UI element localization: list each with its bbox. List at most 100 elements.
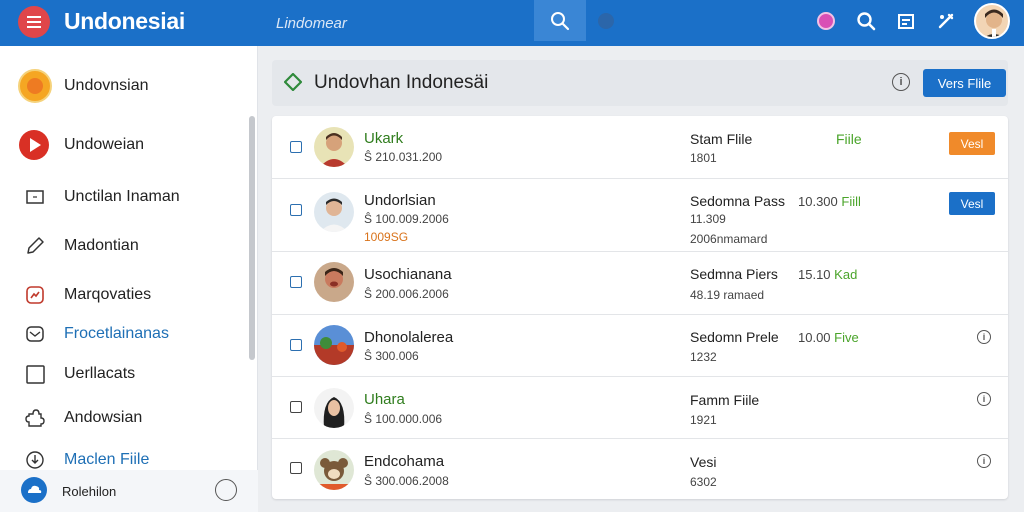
search-icon: [551, 11, 570, 30]
sidebar-footer[interactable]: Rolehilon: [0, 470, 258, 512]
more-icon[interactable]: [215, 479, 237, 501]
row-file-label: Fiile: [836, 131, 862, 147]
sidebar-item-undoweian[interactable]: Undoweian: [0, 127, 248, 163]
calendar-icon: [898, 14, 914, 29]
row-sub: Ŝ 100.009.2006: [364, 212, 449, 226]
row-type: Sedmna Piers: [690, 266, 778, 282]
row-size-secondary: 2006nmamard: [690, 232, 768, 246]
row-sub: Ŝ 210.031.200: [364, 150, 443, 164]
tools-button[interactable]: [934, 9, 958, 33]
row-avatar: [314, 262, 354, 302]
primary-action-button[interactable]: Vers Flile: [923, 69, 1006, 97]
row-name: Undorlsian: [364, 192, 436, 209]
status-dot: [598, 13, 614, 29]
row-size: 1232: [690, 350, 717, 364]
row-name: Uhara: [364, 391, 405, 408]
table-row[interactable]: Usochianana Ŝ 200.006.2006 Sedmna Piers …: [272, 252, 1008, 315]
chart-icon: [20, 280, 50, 310]
row-meta: 15.10 Kad: [798, 267, 857, 282]
app-title: Undonesiai: [64, 8, 185, 34]
search-button[interactable]: [534, 0, 586, 41]
sidebar-item-unctilan[interactable]: Unctilan Inaman: [0, 179, 248, 215]
sidebar-footer-label: Rolehilon: [62, 484, 117, 499]
row-checkbox[interactable]: [290, 141, 302, 153]
row-sub: Ŝ 200.006.2006: [364, 287, 449, 301]
sidebar-item-undovnsian[interactable]: Undovnsian: [0, 68, 248, 104]
file-table: Ukark Ŝ 210.031.200 Stam Flile 1801 Fiil…: [272, 116, 1008, 499]
row-checkbox[interactable]: [290, 462, 302, 474]
sidebar-item-label: Undovnsian: [64, 77, 149, 94]
sidebar: Undovnsian Undoweian Unctilan Inaman Mad…: [0, 46, 258, 512]
row-name: Endcohama: [364, 453, 445, 470]
puzzle-icon: [20, 403, 50, 433]
row-action-button[interactable]: Vesl: [949, 192, 995, 215]
row-sub: Ŝ 300.006.2008: [364, 474, 449, 488]
row-type: Sedomna Pass: [690, 193, 785, 209]
row-meta: 10.300 Fiill: [798, 194, 861, 209]
info-icon[interactable]: i: [977, 330, 991, 344]
user-avatar[interactable]: [974, 3, 1010, 39]
row-meta-status: Five: [834, 330, 859, 345]
info-icon[interactable]: i: [977, 392, 991, 406]
search-icon: [857, 12, 876, 31]
table-row[interactable]: Endcohama Ŝ 300.006.2008 Vesi 6302 i: [272, 439, 1008, 499]
info-icon[interactable]: i: [892, 73, 910, 91]
search-input[interactable]: [276, 7, 534, 39]
row-meta-status: Fiill: [841, 194, 861, 209]
menu-button[interactable]: [18, 6, 50, 38]
tools-icon: [938, 13, 954, 29]
row-type: Sedomn Prele: [690, 329, 779, 345]
row-sub: Ŝ 300.006: [364, 349, 419, 363]
sidebar-item-uerllacats[interactable]: Uerllacats: [0, 356, 248, 392]
table-row[interactable]: Undorlsian Ŝ 100.009.2006 1009SG Sedomna…: [272, 179, 1008, 252]
row-avatar: [314, 325, 354, 365]
play-icon: [18, 129, 50, 161]
sidebar-scrollbar[interactable]: [249, 116, 255, 360]
sidebar-item-label: Frocetlainanas: [64, 325, 169, 342]
sidebar-item-label: Marqovaties: [64, 286, 152, 303]
pen-icon: [20, 231, 50, 261]
info-icon[interactable]: i: [977, 454, 991, 468]
notification-icon: [817, 12, 835, 30]
sidebar-item-label: Uerllacats: [64, 365, 136, 382]
sidebar-item-label: Andowsian: [64, 409, 143, 426]
calendar-button[interactable]: [894, 9, 918, 33]
row-avatar: [314, 388, 354, 428]
row-meta-status: Kad: [834, 267, 858, 282]
row-meta-value: 10.300: [798, 194, 838, 209]
row-checkbox[interactable]: [290, 339, 302, 351]
row-type: Famm Fiile: [690, 392, 760, 408]
row-meta: 10.00 Five: [798, 330, 859, 345]
sidebar-item-marqovaties[interactable]: Marqovaties: [0, 277, 248, 313]
row-meta-value: 15.10: [798, 267, 831, 282]
top-search-button[interactable]: [854, 9, 878, 33]
table-row[interactable]: Dhonolalerea Ŝ 300.006 Sedomn Prele 1232…: [272, 315, 1008, 377]
row-meta-value: 10.00: [798, 330, 831, 345]
sidebar-item-label: Madontian: [64, 237, 139, 254]
row-avatar: [314, 192, 354, 232]
notification-button[interactable]: [814, 9, 838, 33]
row-type: Stam Flile: [690, 131, 753, 147]
table-row[interactable]: Uhara Ŝ 100.000.006 Famm Fiile 1921 i: [272, 377, 1008, 439]
row-type: Vesi: [690, 454, 717, 470]
row-avatar: [314, 127, 354, 167]
square-icon: [20, 359, 50, 389]
row-name: Usochianana: [364, 266, 452, 283]
sidebar-item-label: Maclen Fiile: [64, 451, 150, 468]
table-row[interactable]: Ukark Ŝ 210.031.200 Stam Flile 1801 Fiil…: [272, 116, 1008, 179]
sidebar-item-label: Undoweian: [64, 136, 145, 153]
sidebar-item-madontian[interactable]: Madontian: [0, 228, 248, 264]
row-checkbox[interactable]: [290, 401, 302, 413]
row-name: Dhonolalerea: [364, 329, 454, 346]
row-name: Ukark: [364, 130, 404, 147]
row-checkbox[interactable]: [290, 276, 302, 288]
row-action-button[interactable]: Vesl: [949, 132, 995, 155]
content-header: Undovhan Indonesäi i Vers Flile: [272, 60, 1008, 106]
row-checkbox[interactable]: [290, 204, 302, 216]
top-bar: Undonesiai: [0, 0, 1024, 46]
row-sub-secondary: 1009SG: [364, 230, 409, 244]
sidebar-item-andowsian[interactable]: Andowsian: [0, 400, 248, 436]
diamond-icon: [284, 73, 302, 91]
sidebar-item-frocetlainanas[interactable]: Frocetlainanas: [0, 316, 248, 352]
cloud-icon: [20, 476, 48, 504]
